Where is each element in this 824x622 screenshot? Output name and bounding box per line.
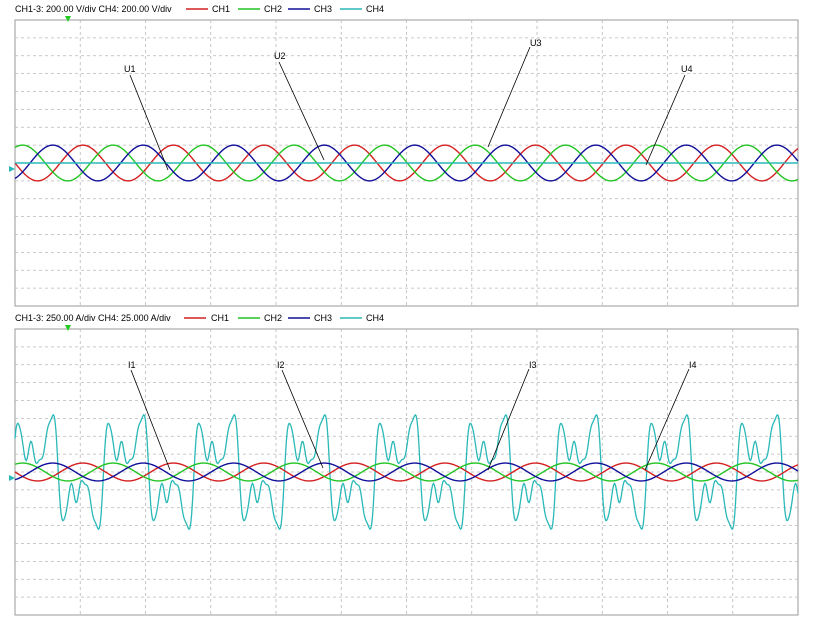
current-legend-ch3-label: CH3 <box>314 313 332 323</box>
i2-label: I2 <box>277 360 285 370</box>
voltage-header: CH1-3: 200.00 V/div CH4: 200.00 V/div CH… <box>15 4 384 14</box>
current-plot-area: I1 I2 I3 I4 <box>9 325 799 616</box>
current-scale-text: CH1-3: 250.00 A/div CH4: 25.000 A/div <box>15 313 171 323</box>
current-legend: CH1 CH2 CH3 CH4 <box>184 313 384 323</box>
current-header: CH1-3: 250.00 A/div CH4: 25.000 A/div CH… <box>15 313 384 323</box>
voltage-legend-ch1-label: CH1 <box>212 4 230 14</box>
current-legend-ch1-label: CH1 <box>211 313 229 323</box>
voltage-legend-ch2-label: CH2 <box>264 4 282 14</box>
scope-display: CH1-3: 200.00 V/div CH4: 200.00 V/div CH… <box>9 4 799 616</box>
voltage-scale-text: CH1-3: 200.00 V/div CH4: 200.00 V/div <box>15 4 172 14</box>
u2-label: U2 <box>274 51 286 61</box>
voltage-legend: CH1 CH2 CH3 CH4 <box>186 4 384 14</box>
voltage-legend-ch3-label: CH3 <box>314 4 332 14</box>
i4-label: I4 <box>689 360 697 370</box>
current-zero-marker <box>9 475 15 481</box>
u1-label: U1 <box>124 64 136 74</box>
u3-label: U3 <box>530 38 542 48</box>
voltage-zero-marker <box>9 166 15 172</box>
current-legend-ch4-label: CH4 <box>366 313 384 323</box>
i1-label: I1 <box>128 360 136 370</box>
voltage-plot-area: U1 U2 U3 U4 <box>9 16 799 307</box>
current-legend-ch2-label: CH2 <box>264 313 282 323</box>
i3-label: I3 <box>529 360 537 370</box>
u4-label: U4 <box>681 64 693 74</box>
voltage-legend-ch4-label: CH4 <box>366 4 384 14</box>
